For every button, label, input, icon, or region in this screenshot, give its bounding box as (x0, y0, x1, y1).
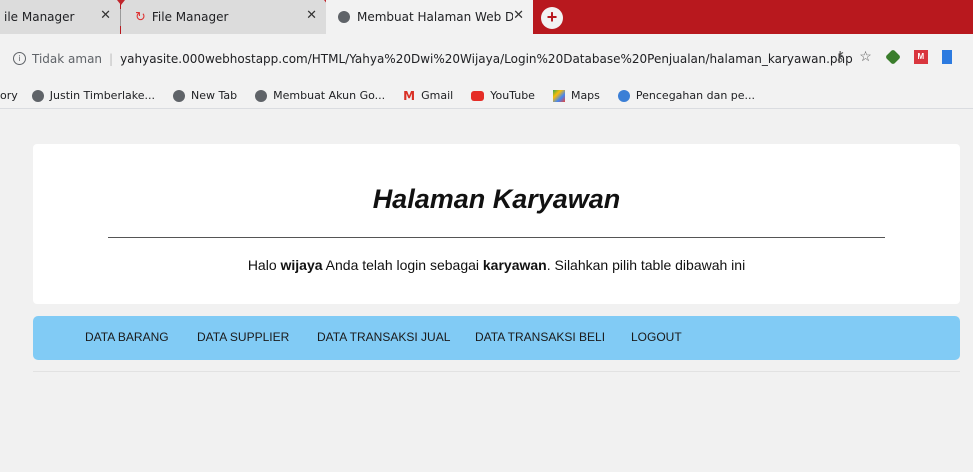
bookmark-item[interactable]: Maps (552, 89, 600, 102)
bookmark-label: New Tab (191, 89, 238, 102)
star-icon[interactable]: ☆ (859, 48, 872, 65)
tab-close-icon[interactable]: ✕ (306, 9, 317, 23)
toolbar-icons: ⚷ ☆ M (835, 48, 952, 65)
nav-data-transaksi-jual[interactable]: DATA TRANSAKSI JUAL (317, 330, 450, 344)
greeting-suffix: . Silahkan pilih table dibawah ini (546, 257, 746, 273)
globe-icon (173, 89, 186, 102)
extension-icon[interactable]: M (913, 49, 928, 64)
globe-icon (338, 11, 350, 23)
bookmark-label: Pencegahan dan pe... (635, 89, 756, 102)
nav-data-barang[interactable]: DATA BARANG (85, 330, 169, 344)
bookmark-label: ory (0, 89, 18, 102)
address-bar-row: i Tidak aman | yahyasite.000webhostapp.c… (0, 34, 973, 83)
title-divider (108, 237, 885, 238)
bookmark-label: Maps (570, 89, 600, 102)
security-label: Tidak aman (32, 51, 103, 66)
maps-icon (552, 89, 565, 102)
extension-icon[interactable] (941, 49, 952, 64)
key-icon[interactable]: ⚷ (835, 48, 845, 65)
youtube-icon (471, 90, 485, 101)
greeting-prefix: Halo (247, 257, 277, 273)
bookmark-item[interactable]: Pencegahan dan pe... (617, 89, 756, 102)
nav-logout[interactable]: LOGOUT (631, 330, 682, 344)
url-text[interactable]: yahyasite.000webhostapp.com/HTML/Yahya%2… (120, 52, 853, 66)
globe-icon (31, 89, 44, 102)
bookmark-label: YouTube (490, 89, 535, 102)
content-divider (33, 371, 960, 372)
bookmark-label: Justin Timberlake... (49, 89, 156, 102)
omnibox[interactable]: i Tidak aman | yahyasite.000webhostapp.c… (0, 34, 853, 83)
page-content: Halaman Karyawan Halo wijaya Anda telah … (0, 109, 973, 472)
nav-data-supplier[interactable]: DATA SUPPLIER (197, 330, 289, 344)
bookmark-item[interactable]: Justin Timberlake... (31, 89, 156, 102)
greeting-username: wijaya (280, 257, 323, 273)
browser-tab-2[interactable]: ↻ File Manager ✕ (121, 0, 326, 34)
header-card: Halaman Karyawan Halo wijaya Anda telah … (33, 144, 960, 304)
greeting-text: Halo wijaya Anda telah login sebagai kar… (33, 257, 960, 273)
main-nav: DATA BARANG DATA SUPPLIER DATA TRANSAKSI… (33, 316, 960, 360)
browser-tab-strip: ile Manager ✕ ↻ File Manager ✕ Membuat H… (0, 0, 973, 34)
info-icon[interactable]: i (13, 52, 26, 65)
bookmark-label: Gmail (421, 89, 454, 102)
bookmark-item[interactable]: ory (0, 89, 18, 102)
tab-title: Membuat Halaman Web Dinamis (357, 10, 515, 24)
omnibox-divider: | (109, 51, 114, 66)
page-title: Halaman Karyawan (372, 184, 621, 214)
gmail-icon: M (403, 88, 416, 103)
new-tab-button[interactable]: + (541, 7, 563, 29)
bookmark-label: Membuat Akun Go... (273, 89, 386, 102)
bookmarks-bar: ory Justin Timberlake... New Tab Membuat… (0, 83, 973, 109)
file-manager-icon: ↻ (135, 9, 146, 25)
tab-title: ile Manager (4, 10, 75, 24)
bookmark-item[interactable]: YouTube (471, 89, 535, 102)
greeting-role: karyawan (482, 257, 547, 273)
tab-close-icon[interactable]: ✕ (513, 9, 524, 23)
bookmark-item[interactable]: M Gmail (403, 89, 453, 103)
tab-close-icon[interactable]: ✕ (100, 9, 111, 23)
bookmark-item[interactable]: Membuat Akun Go... (255, 89, 385, 102)
nav-data-transaksi-beli[interactable]: DATA TRANSAKSI BELI (475, 330, 605, 344)
greeting-middle: Anda telah login sebagai (325, 257, 479, 273)
tab-audio-indicator-icon (117, 0, 125, 5)
browser-tab-active[interactable]: Membuat Halaman Web Dinamis ✕ (326, 0, 533, 34)
bookmark-item[interactable]: New Tab (173, 89, 237, 102)
browser-tab-1[interactable]: ile Manager ✕ (0, 0, 120, 34)
globe-icon (255, 89, 268, 102)
extension-icon[interactable] (884, 48, 901, 65)
tab-title: File Manager (151, 10, 229, 24)
who-icon (617, 89, 630, 102)
